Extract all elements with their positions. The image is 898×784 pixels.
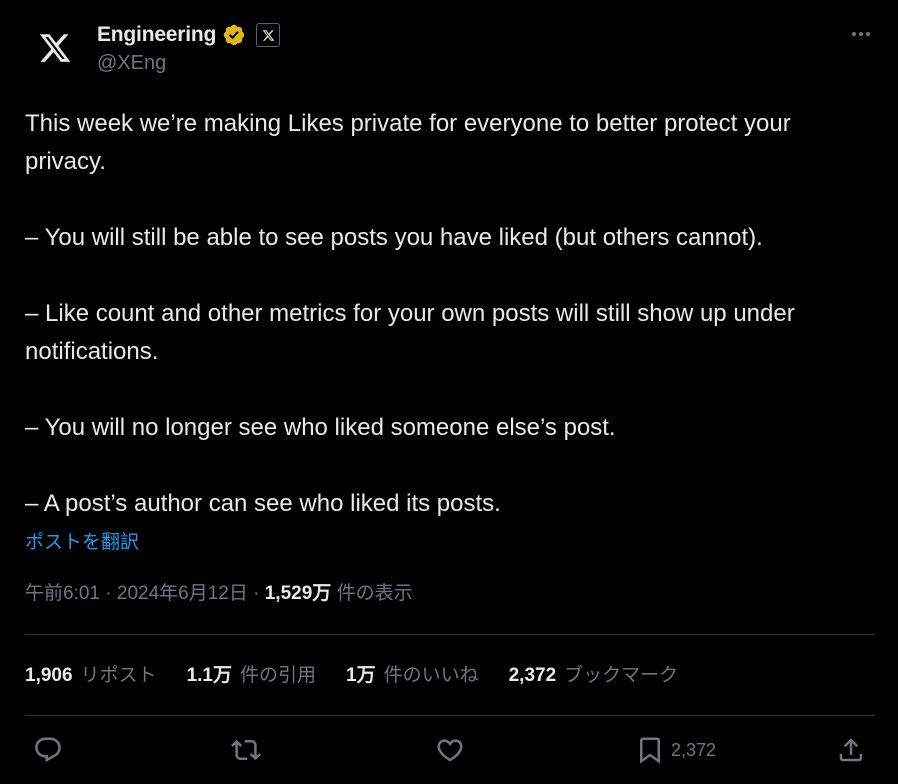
stat-quotes[interactable]: 1.1万 件の引用 [187, 660, 316, 687]
bookmark-icon [640, 737, 660, 764]
post-text-line: – A post’s author can see who liked its … [25, 490, 501, 517]
gold-verified-badge-icon[interactable] [222, 23, 246, 47]
post-time[interactable]: 午前6:01 [25, 583, 100, 604]
meta-separator: · [247, 583, 265, 604]
engagement-stats: 1,906 リポスト 1.1万 件の引用 1万 件のいいね 2,372 ブックマ… [25, 660, 708, 687]
bookmark-button[interactable]: 2,372 [635, 730, 716, 770]
post-metadata: 午前6:01 · 2024年6月12日 · 1,529万 件の表示 [25, 578, 413, 605]
share-button[interactable] [836, 730, 866, 770]
reply-icon [35, 737, 61, 763]
x-logo-icon [39, 34, 71, 62]
bookmark-count: 2,372 [671, 739, 717, 760]
post-text: This week we’re making Likes private for… [25, 105, 875, 523]
post-text-line: – You will still be able to see posts yo… [25, 224, 763, 251]
post-header: Engineering @XEng [25, 18, 875, 82]
like-button[interactable] [435, 730, 465, 770]
stat-bookmarks[interactable]: 2,372 ブックマーク [509, 660, 679, 687]
meta-separator: · [99, 583, 117, 604]
more-dots-icon [852, 32, 870, 36]
author-names: Engineering @XEng [97, 22, 281, 75]
stat-likes[interactable]: 1万 件のいいね [346, 660, 479, 687]
name-row: Engineering [97, 22, 281, 48]
translate-post-link[interactable]: ポストを翻訳 [25, 527, 139, 554]
avatar[interactable] [25, 18, 85, 78]
share-icon [839, 738, 863, 762]
stat-label: 件のいいね [383, 665, 479, 686]
stat-label: 件の引用 [239, 665, 316, 686]
views-label: 件の表示 [336, 583, 413, 604]
repost-icon [231, 739, 261, 761]
stat-number: 1.1万 [186, 665, 232, 686]
more-options-button[interactable] [847, 20, 875, 48]
reply-button[interactable] [33, 730, 63, 770]
divider [25, 715, 875, 716]
x-affiliation-badge[interactable] [256, 23, 281, 47]
heart-icon [437, 739, 463, 762]
post-date[interactable]: 2024年6月12日 [117, 583, 248, 604]
stat-number: 2,372 [508, 665, 557, 686]
divider [25, 634, 875, 635]
x-affiliation-icon [262, 29, 275, 41]
stat-number: 1,906 [25, 665, 73, 686]
views-count: 1,529万 [264, 583, 332, 604]
post-text-line: – You will no longer see who liked someo… [25, 414, 616, 441]
stat-label: ブックマーク [564, 665, 679, 686]
stat-label: リポスト [80, 665, 157, 686]
post-text-line: This week we’re making Likes private for… [25, 110, 791, 175]
author-display-name[interactable]: Engineering [97, 23, 216, 47]
author-handle[interactable]: @XEng [97, 52, 280, 75]
stat-reposts[interactable]: 1,906 リポスト [25, 660, 157, 687]
post-detail: Engineering @XEng This week we’re making… [0, 0, 898, 784]
action-bar: 2,372 [25, 730, 875, 770]
post-text-line: – Like count and other metrics for your … [25, 300, 795, 365]
stat-number: 1万 [346, 665, 376, 686]
repost-button[interactable] [231, 730, 261, 770]
